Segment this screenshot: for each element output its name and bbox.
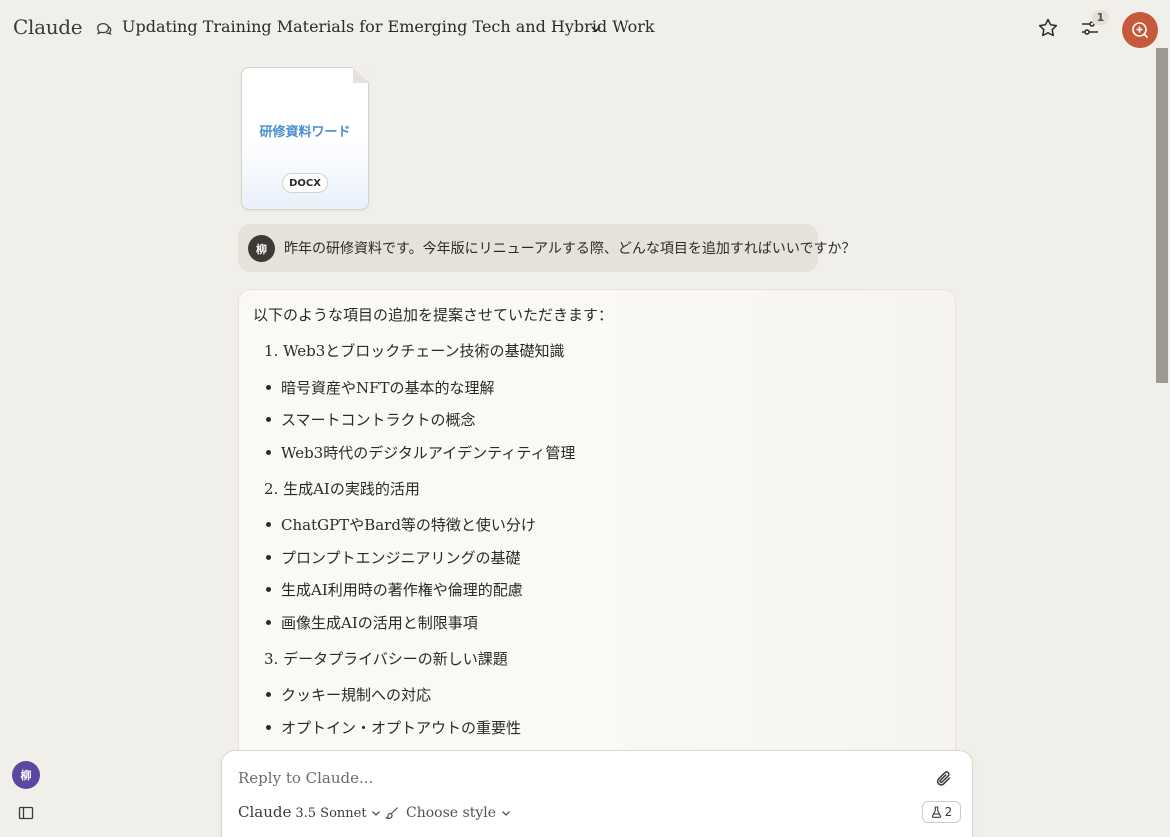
- user-message: 柳 昨年の研修資料です。今年版にリニューアルする際、どんな項目を追加すればいいで…: [238, 224, 855, 272]
- flask-icon: [931, 806, 941, 818]
- list-item: オプトイン・オプトアウトの重要性: [281, 719, 522, 737]
- model-selector[interactable]: Claude 3.5 Sonnet: [238, 803, 381, 823]
- scrollbar-thumb[interactable]: [1156, 48, 1168, 383]
- bullet-marker: [266, 385, 271, 390]
- model-name: Claude: [238, 803, 292, 821]
- features-button[interactable]: 2: [922, 801, 961, 823]
- chevron-down-icon[interactable]: [590, 24, 602, 34]
- style-label: Choose style: [406, 805, 496, 821]
- user-message-text: 昨年の研修資料です。今年版にリニューアルする際、どんな項目を追加すればいいですか…: [284, 241, 856, 257]
- bullet-marker: [266, 725, 271, 730]
- assistant-intro: 以下のような項目の追加を提案させていただきます：: [253, 306, 614, 324]
- list-item: スマートコントラクトの概念: [281, 411, 476, 429]
- attachment-type-badge: DOCX: [282, 173, 328, 193]
- list-item: 画像生成AIの活用と制限事項: [281, 614, 478, 632]
- page-fold-decoration: [353, 67, 369, 83]
- bullet-marker: [266, 692, 271, 697]
- list-item: 暗号資産やNFTの基本的な理解: [281, 379, 495, 397]
- list-heading: 2. 生成AIの実践的活用: [264, 480, 420, 498]
- bullet-marker: [266, 555, 271, 560]
- settings-count-badge: 1: [1091, 9, 1110, 26]
- brush-icon: [384, 807, 398, 819]
- new-chat-button[interactable]: [1122, 12, 1158, 48]
- style-selector[interactable]: Choose style: [384, 803, 511, 823]
- bullet-marker: [266, 417, 271, 422]
- chevron-down-icon: [502, 811, 510, 816]
- list-item: プロンプトエンジニアリングの基礎: [281, 549, 521, 567]
- star-icon[interactable]: [1036, 16, 1060, 40]
- list-item: ChatGPTやBard等の特徴と使い分け: [281, 516, 536, 534]
- assistant-message: 以下のような項目の追加を提案させていただきます： 1. Web3とブロックチェー…: [238, 289, 956, 769]
- account-avatar[interactable]: 柳: [12, 761, 40, 789]
- bullet-marker: [266, 620, 271, 625]
- paperclip-icon[interactable]: [934, 769, 954, 789]
- list-heading: 1. Web3とブロックチェーン技術の基礎知識: [264, 342, 565, 360]
- user-avatar: 柳: [248, 235, 275, 262]
- list-heading: 3. データプライバシーの新しい課題: [264, 650, 508, 668]
- top-bar: Claude Updating Training Materials for E…: [0, 0, 1170, 56]
- list-item: Web3時代のデジタルアイデンティティ管理: [281, 444, 576, 462]
- chat-bubbles-icon: [97, 22, 112, 36]
- list-item: 生成AI利用時の著作権や倫理的配慮: [281, 581, 523, 599]
- bullet-marker: [266, 522, 271, 527]
- new-chat-icon: [1132, 22, 1149, 39]
- chat-title[interactable]: Updating Training Materials for Emerging…: [122, 17, 655, 36]
- sidebar-toggle-icon[interactable]: [18, 805, 34, 821]
- attachment-name: 研修資料ワード: [259, 125, 351, 140]
- model-version: 3.5 Sonnet: [295, 806, 367, 821]
- attachment-card[interactable]: 研修資料ワード DOCX: [241, 67, 369, 210]
- list-item: クッキー規制への対応: [281, 686, 432, 704]
- features-count: 2: [944, 805, 953, 819]
- chevron-down-icon: [371, 811, 380, 816]
- composer: Claude 3.5 Sonnet Choose style 2: [221, 750, 973, 837]
- bullet-marker: [266, 450, 271, 455]
- bullet-marker: [266, 587, 271, 592]
- reply-input[interactable]: [238, 767, 918, 789]
- app-logo[interactable]: Claude: [13, 15, 83, 39]
